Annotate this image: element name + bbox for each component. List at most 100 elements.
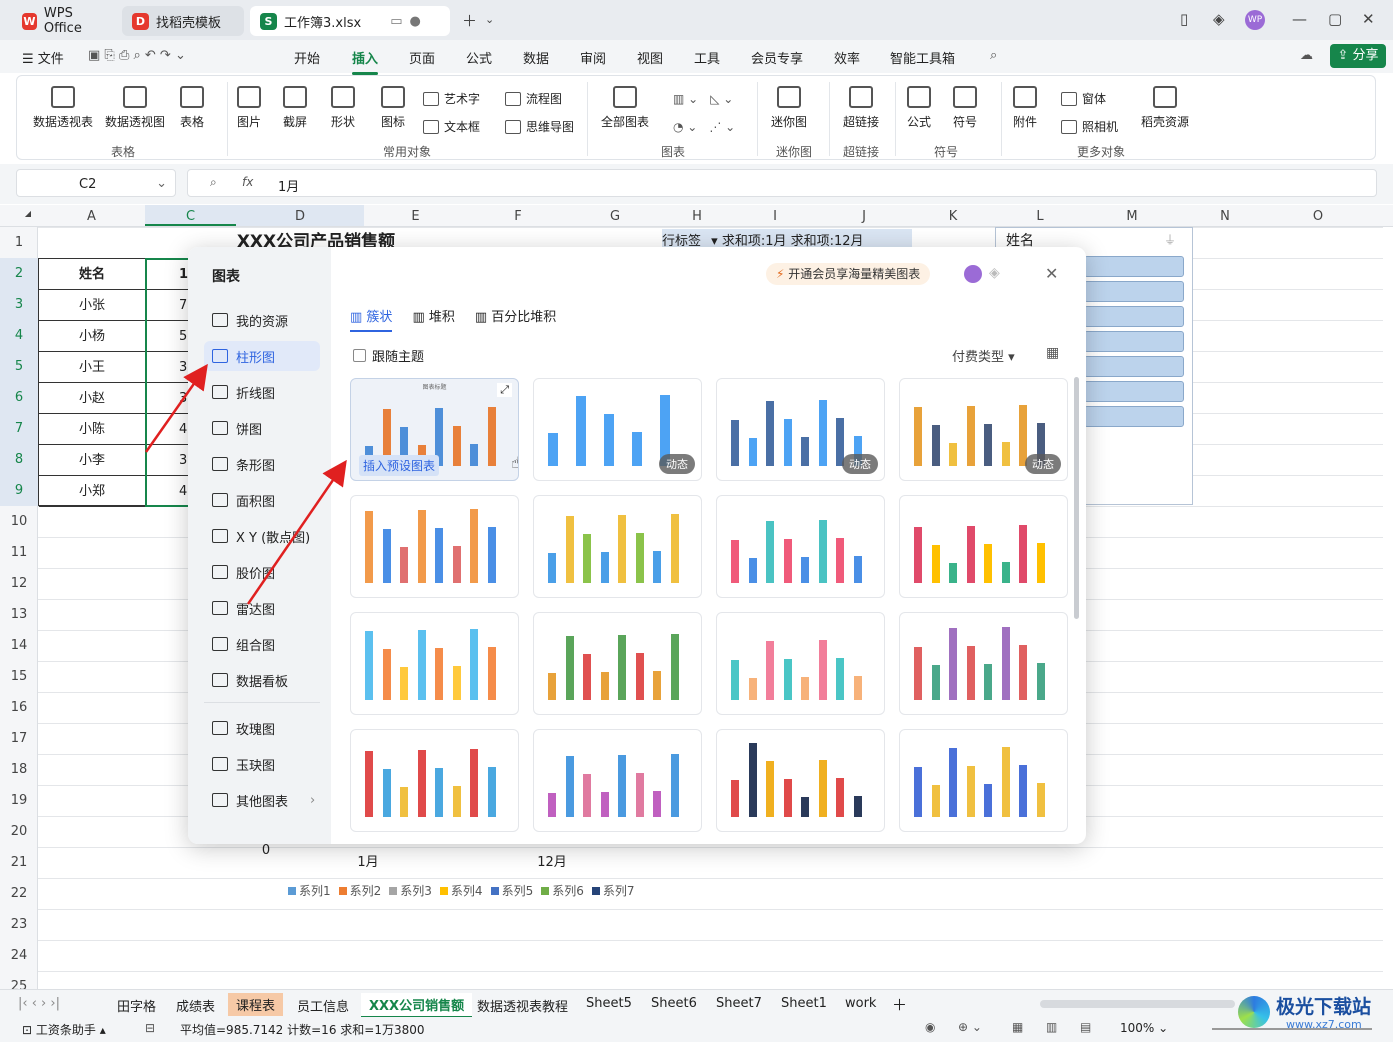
pivot-chart-button[interactable]: 数据透视图 xyxy=(105,86,165,130)
sheet-tab[interactable]: Sheet6 xyxy=(651,996,697,1011)
col-header-d[interactable]: D xyxy=(236,205,364,226)
row-header[interactable]: 23 xyxy=(0,917,38,932)
chart-type-item[interactable]: 组合图 xyxy=(204,629,320,659)
layout-icon[interactable]: ▯ xyxy=(1180,10,1188,28)
sheet-nav-icons[interactable]: |‹ ‹ › ›| xyxy=(18,996,60,1011)
chart-type-item[interactable]: 柱形图 xyxy=(204,341,320,371)
menu-efficiency[interactable]: 效率 xyxy=(834,48,860,67)
chart-type-item[interactable]: 面积图 xyxy=(204,485,320,515)
slicer-item[interactable] xyxy=(1084,306,1184,327)
name-cell[interactable]: 小王 xyxy=(39,352,146,383)
pay-type-dropdown[interactable]: 付费类型 ▾ xyxy=(952,346,1015,365)
form-button[interactable]: 窗体 xyxy=(1061,90,1106,107)
clear-filter-icon[interactable]: ⏚ xyxy=(1164,231,1176,248)
formula-button[interactable]: 公式 xyxy=(907,86,931,130)
tab-clustered[interactable]: ▥ 簇状 xyxy=(350,306,393,332)
slicer-item[interactable] xyxy=(1084,406,1184,427)
menu-insert[interactable]: 插入 xyxy=(352,48,379,75)
row-header[interactable]: 18 xyxy=(0,762,38,777)
close-icon[interactable]: ✕ xyxy=(1362,10,1375,28)
row-header[interactable]: 21 xyxy=(0,855,38,870)
expand-icon[interactable]: ⤢ xyxy=(497,383,512,397)
sheet-tab[interactable]: 数据透视表教程 xyxy=(477,996,568,1015)
tab-stacked[interactable]: ▥ 堆积 xyxy=(412,306,454,332)
docer-resource-button[interactable]: 稻壳资源 xyxy=(1141,86,1189,130)
chart-type-item[interactable]: 条形图 xyxy=(204,449,320,479)
col-header-o[interactable]: O xyxy=(1271,209,1365,224)
shape-button[interactable]: 形状 xyxy=(331,86,355,130)
menu-view[interactable]: 视图 xyxy=(637,48,663,67)
name-cell[interactable]: 小陈 xyxy=(39,414,146,445)
wordart-button[interactable]: 艺术字 xyxy=(423,90,480,107)
chart-template-card[interactable] xyxy=(899,729,1068,832)
chart-template-card[interactable] xyxy=(716,729,885,832)
row-header[interactable]: 14 xyxy=(0,638,38,653)
insert-preset-chart-button[interactable]: 插入预设图表 xyxy=(359,455,440,476)
chart-type-item[interactable]: 饼图 xyxy=(204,413,320,443)
menu-formula[interactable]: 公式 xyxy=(466,48,492,67)
chart-template-card[interactable] xyxy=(533,612,702,715)
promo-banner[interactable]: ⚡ 开通会员享海量精美图表 xyxy=(766,263,931,285)
add-sheet-icon[interactable]: ＋ xyxy=(892,994,907,1015)
cell-view-icon[interactable]: ⊕ ⌄ xyxy=(958,1020,982,1034)
chart-template-card[interactable]: 动态 xyxy=(899,378,1068,481)
sparkline-button[interactable]: 迷你图 xyxy=(771,86,807,130)
gallery-scrollbar[interactable] xyxy=(1074,377,1079,619)
page-break-icon[interactable]: ▤ xyxy=(1080,1020,1091,1034)
page-layout-icon[interactable]: ▥ xyxy=(1046,1020,1057,1034)
row-header[interactable]: 12 xyxy=(0,576,38,591)
table-button[interactable]: 表格 xyxy=(180,86,204,130)
chart-template-card[interactable] xyxy=(899,495,1068,598)
chart-template-card[interactable] xyxy=(350,495,519,598)
chart-template-card[interactable] xyxy=(533,729,702,832)
row-header[interactable]: 15 xyxy=(0,669,38,684)
name-cell[interactable]: 小张 xyxy=(39,290,146,321)
chart-type-item[interactable]: 玫瑰图 xyxy=(204,713,320,743)
fx-icon[interactable]: fx xyxy=(242,175,253,189)
tab-percent-stacked[interactable]: ▥ 百分比堆积 xyxy=(475,306,556,332)
slicer-item[interactable] xyxy=(1084,331,1184,352)
chart-type-item[interactable]: X Y (散点图) xyxy=(204,521,320,551)
mindmap-button[interactable]: 思维导图 xyxy=(505,118,574,135)
row-header[interactable]: 6 xyxy=(0,382,38,413)
row-header[interactable]: 10 xyxy=(0,514,38,529)
maximize-icon[interactable]: ▢ xyxy=(1328,10,1342,28)
row-header[interactable]: 4 xyxy=(0,320,38,351)
close-icon[interactable]: ✕ xyxy=(1045,264,1058,283)
row-header[interactable]: 13 xyxy=(0,607,38,622)
salary-assistant[interactable]: ⊡ 工资条助手 ▴ xyxy=(22,1021,106,1038)
chart-type-item[interactable]: 雷达图 xyxy=(204,593,320,623)
sheet-tab[interactable]: Sheet7 xyxy=(716,996,762,1011)
sheet-tab[interactable]: 员工信息 xyxy=(297,996,349,1015)
quick-access-icons[interactable]: ▣ ⎘ ⎙ ⌕ ↶ ↷ ⌄ xyxy=(88,48,186,63)
pie-chart-dropdown[interactable]: ◔ ⌄ ⋰ ⌄ xyxy=(673,118,735,135)
hyperlink-button[interactable]: 超链接 xyxy=(843,86,879,130)
col-header-l[interactable]: L xyxy=(995,209,1085,224)
checkbox-icon[interactable] xyxy=(353,349,366,362)
pivot-header[interactable]: 行标签 ▾ 求和项:1月 求和项:12月 xyxy=(662,229,912,249)
pivot-table-button[interactable]: 数据透视表 xyxy=(33,86,93,130)
col-header-h[interactable]: H xyxy=(661,209,733,224)
chart-type-item[interactable]: 玉玦图 xyxy=(204,749,320,779)
cloud-icon[interactable]: ☁ xyxy=(1300,48,1313,63)
menu-home[interactable]: 开始 xyxy=(294,48,320,67)
chevron-down-icon[interactable]: ⌄ xyxy=(156,176,167,191)
name-cell[interactable]: 小郑 xyxy=(39,476,146,507)
zoom-icon[interactable]: ⌕ xyxy=(210,175,217,190)
col-header-e[interactable]: E xyxy=(364,209,467,224)
picture-button[interactable]: 图片 xyxy=(237,86,261,130)
chart-type-item[interactable]: 股价图 xyxy=(204,557,320,587)
textbox-button[interactable]: 文本框 xyxy=(423,118,480,135)
normal-view-icon[interactable]: ▦ xyxy=(1012,1020,1023,1034)
chart-type-item[interactable]: 数据看板 xyxy=(204,665,320,695)
chart-template-card[interactable]: 动态 xyxy=(533,378,702,481)
col-header-k[interactable]: K xyxy=(911,209,995,224)
chart-template-card[interactable] xyxy=(716,495,885,598)
sheet-tab[interactable]: Sheet5 xyxy=(586,996,632,1011)
col-header-n[interactable]: N xyxy=(1179,209,1271,224)
menu-page[interactable]: 页面 xyxy=(409,48,435,67)
col-header-f[interactable]: F xyxy=(467,209,569,224)
slicer-item[interactable] xyxy=(1084,256,1184,277)
chart-template-card[interactable] xyxy=(533,495,702,598)
row-header[interactable]: 7 xyxy=(0,413,38,444)
